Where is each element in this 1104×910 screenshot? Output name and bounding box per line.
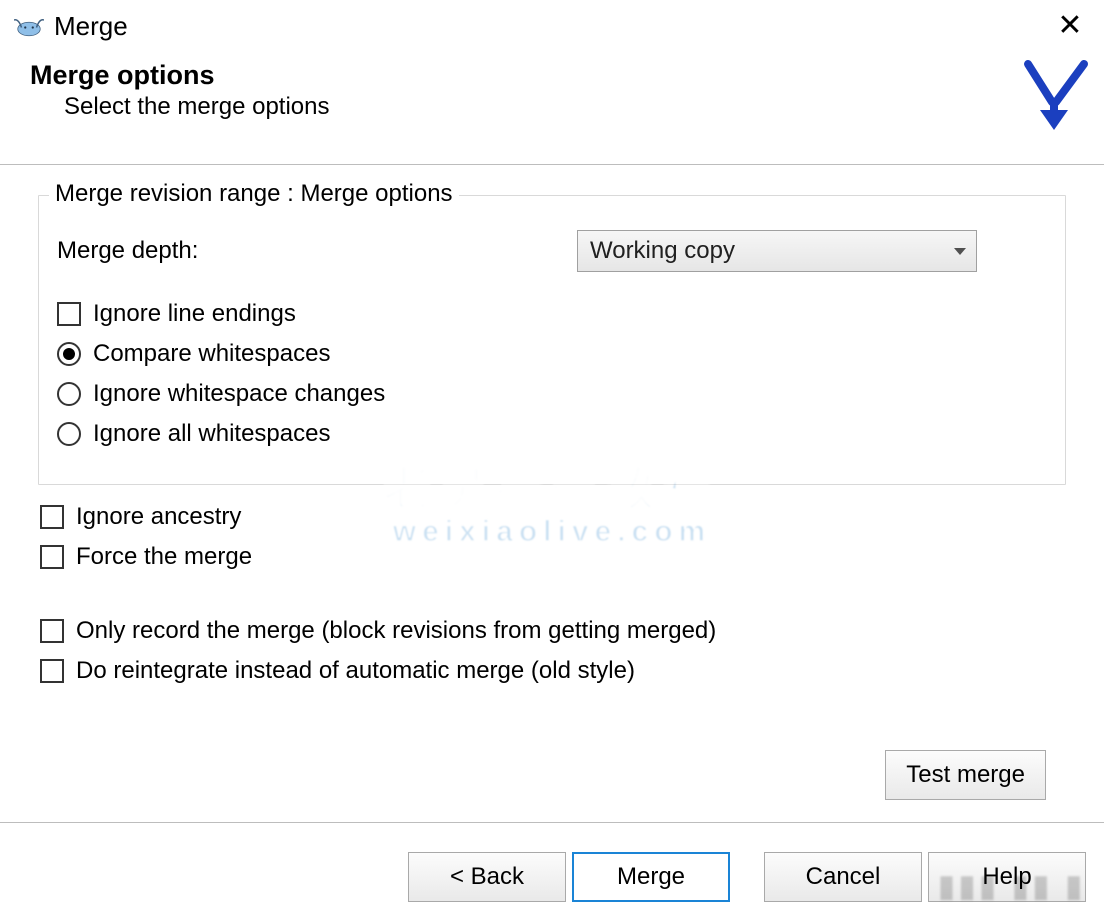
ignore-ancestry-checkbox[interactable]: Ignore ancestry bbox=[40, 503, 1066, 531]
close-icon[interactable]: ✕ bbox=[1050, 11, 1090, 41]
only-record-merge-checkbox[interactable]: Only record the merge (block revisions f… bbox=[40, 617, 1066, 645]
force-merge-checkbox[interactable]: Force the merge bbox=[40, 543, 1066, 571]
compare-whitespaces-radio[interactable]: Compare whitespaces bbox=[57, 340, 1047, 368]
page-title: Merge options bbox=[30, 60, 1084, 91]
content-area: Merge revision range : Merge options Mer… bbox=[0, 165, 1104, 823]
merge-depth-label: Merge depth: bbox=[57, 237, 577, 265]
checkbox-label: Do reintegrate instead of automatic merg… bbox=[76, 657, 635, 685]
help-button[interactable]: Help bbox=[928, 852, 1086, 902]
checkbox-label: Only record the merge (block revisions f… bbox=[76, 617, 716, 645]
merge-depth-value: Working copy bbox=[590, 237, 735, 265]
title-bar: Merge ✕ bbox=[0, 0, 1104, 52]
test-merge-button[interactable]: Test merge bbox=[885, 750, 1046, 800]
checkbox-icon bbox=[40, 545, 64, 569]
wizard-footer: < Back Merge Cancel Help ▮▮▮ ▮▮ ▮ bbox=[0, 823, 1104, 910]
back-button[interactable]: < Back bbox=[408, 852, 566, 902]
checkbox-icon bbox=[40, 659, 64, 683]
checkbox-icon bbox=[40, 505, 64, 529]
merge-depth-select[interactable]: Working copy bbox=[577, 230, 977, 272]
radio-label: Compare whitespaces bbox=[93, 340, 330, 368]
ignore-whitespace-changes-radio[interactable]: Ignore whitespace changes bbox=[57, 380, 1047, 408]
radio-icon bbox=[57, 342, 81, 366]
merge-button[interactable]: Merge bbox=[572, 852, 730, 902]
radio-icon bbox=[57, 382, 81, 406]
ignore-line-endings-checkbox[interactable]: Ignore line endings bbox=[57, 300, 1047, 328]
ignore-all-whitespaces-radio[interactable]: Ignore all whitespaces bbox=[57, 420, 1047, 448]
title-left: Merge bbox=[14, 11, 128, 42]
wizard-header: Merge options Select the merge options bbox=[0, 52, 1104, 165]
checkbox-icon bbox=[40, 619, 64, 643]
page-subtitle: Select the merge options bbox=[64, 93, 1084, 121]
checkbox-icon bbox=[57, 302, 81, 326]
radio-label: Ignore whitespace changes bbox=[93, 380, 385, 408]
chevron-down-icon bbox=[954, 248, 966, 255]
reintegrate-checkbox[interactable]: Do reintegrate instead of automatic merg… bbox=[40, 657, 1066, 685]
window-title: Merge bbox=[54, 11, 128, 42]
group-legend: Merge revision range : Merge options bbox=[49, 180, 459, 208]
lower-options: Ignore ancestry Force the merge Only rec… bbox=[38, 503, 1066, 685]
merge-icon bbox=[1014, 58, 1094, 138]
checkbox-label: Force the merge bbox=[76, 543, 252, 571]
merge-options-group: Merge revision range : Merge options Mer… bbox=[38, 195, 1066, 485]
cancel-button[interactable]: Cancel bbox=[764, 852, 922, 902]
merge-depth-row: Merge depth: Working copy bbox=[57, 230, 1047, 272]
app-icon bbox=[14, 14, 44, 38]
checkbox-label: Ignore line endings bbox=[93, 300, 296, 328]
radio-icon bbox=[57, 422, 81, 446]
test-merge-wrap: Test merge bbox=[885, 750, 1046, 800]
checkbox-label: Ignore ancestry bbox=[76, 503, 241, 531]
radio-label: Ignore all whitespaces bbox=[93, 420, 330, 448]
